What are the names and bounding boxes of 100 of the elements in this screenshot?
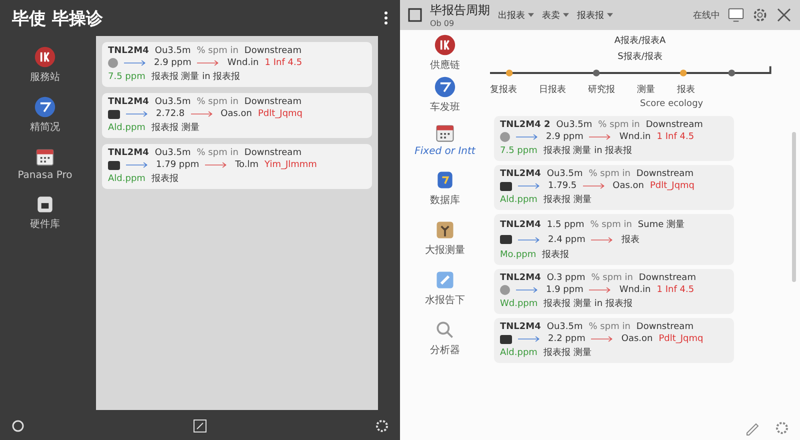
flow-arrow [516,286,540,294]
search-icon [434,319,456,341]
caret-icon [528,13,534,17]
card-code: TNL2M4 [500,273,541,283]
flow-arrow [126,161,150,169]
card-quantity: 2.2 ppm [548,334,586,344]
sidebar-label[interactable]: 大报测量 [425,243,465,257]
card-note: 报表报 测量 [543,194,592,206]
card-output: Oas.on [621,334,653,344]
stop-label: 报表 [677,84,695,96]
card-tag: % spm in [588,322,630,332]
card-output: Oas.on [612,181,644,191]
settings-icon[interactable] [374,418,390,434]
card-source: Ou3.5m [546,169,583,179]
card-note: 报表报 测量 in 报表报 [544,298,632,310]
badge-icon [34,46,56,68]
sensor-dot [500,132,510,142]
sidebar-label[interactable]: 服務站 [30,70,60,84]
card-output: 报表 [621,234,640,246]
sidebar-label[interactable]: Fixed or Intt [414,146,476,157]
sidebar-label[interactable]: 数据库 [430,193,460,207]
status-text: 在线中 [693,10,720,22]
card-rate: Wd.ppm [500,298,538,308]
card-quantity: 2.9 ppm [154,58,192,68]
menu-dropdown[interactable]: 报表报 [577,8,613,22]
sidebar-label[interactable]: 水报告下 [425,293,465,307]
sidebar-label[interactable]: 精简况 [30,120,60,134]
sensor-dot [108,58,118,68]
card-source: O.3 ppm [546,273,586,283]
calendar-icon [434,122,456,144]
card-quantity: 2.72.8 [156,109,185,119]
card-source: Ou3.5m [154,148,191,158]
alert-text: Pdlt_Jqmq [650,181,695,191]
card-source: 1.5 ppm [546,220,584,230]
flow-arrow [124,59,148,67]
device-block [108,110,120,118]
alert-text: 1 Inf 4.5 [656,285,694,295]
card-rate: 7.5 ppm [108,72,146,82]
card-target: Downstream [638,273,696,283]
card-output: Wnd.in [619,132,651,142]
card-tag: % spm in [591,273,633,283]
sidebar-label[interactable]: Panasa Pro [18,170,72,181]
sensor-dot [500,285,510,295]
alert-text: Pdlt_Jqmq [658,334,704,344]
caret-icon [563,13,569,17]
flow-arrow [518,335,542,343]
device-block [500,182,512,190]
card-note: 报表报 测量 [151,122,200,134]
more-icon[interactable] [384,11,388,25]
card-tag: % spm in [196,97,238,107]
card-source: Ou3.5m [154,46,191,56]
card-target: Downstream [646,120,703,130]
card-target: Downstream [244,97,302,107]
caret-icon [607,13,613,17]
sidebar-label[interactable]: 硬件库 [30,217,60,231]
window-icon [408,8,422,22]
card-quantity: 1.9 ppm [546,285,584,295]
alert-text: Yim_Jlmmm [264,160,317,170]
menu-dropdown[interactable]: 出报表 [498,8,534,22]
card-source: Ou3.5m [556,120,592,130]
card-note: 报表报 [151,172,178,185]
menu-dropdown[interactable]: 表卖 [542,8,569,22]
card-output: Oas.on [220,109,252,119]
card-code: TNL2M4 [108,97,149,107]
card-target: Sume 测量 [638,218,685,231]
card-tag: % spm in [598,120,640,130]
card-code: TNL2M4 [500,169,541,179]
monitor-icon[interactable] [728,7,744,23]
alert-text: 1 Inf 4.5 [656,132,694,142]
calendar-icon [34,146,56,168]
flow-arrow [126,110,150,118]
card-quantity: 2.4 ppm [548,234,586,244]
card-code: TNL2M4 [500,322,541,332]
card-code: TNL2M4 [500,220,541,230]
node-label: 供應链 [430,58,460,72]
pencil-icon [434,269,456,291]
device-block [500,235,512,244]
stop-label: 测量 [637,84,655,96]
card-output: Wnd.in [227,58,259,68]
expand-icon[interactable] [192,418,208,434]
card-note: 报表报 测量 in 报表报 [151,70,240,83]
window-subtitle: Ob 09 [430,19,456,28]
card-tag: % spm in [588,169,630,179]
card-quantity: 2.9 ppm [546,132,584,142]
card-target: Downstream [244,148,302,158]
stop-label: 研究报 [588,84,615,96]
stop-label: 日报表 [539,84,566,96]
card-source: Ou3.5m [154,97,191,107]
card-rate: Ald.ppm [108,174,146,184]
card-output: Wnd.in [619,285,651,295]
card-target: Downstream [636,322,694,332]
card-code: TNL2M4 2 [500,120,550,130]
settings-icon[interactable] [752,7,768,23]
sidebar-label[interactable]: 分析器 [430,343,460,357]
scrollbar[interactable] [792,132,796,282]
card-note: 报表报 测量 [543,346,592,359]
window-title: 毕报告周期 [430,2,490,19]
close-icon[interactable] [776,7,792,23]
flow-arrow [582,182,607,190]
card-tag: % spm in [590,220,632,230]
